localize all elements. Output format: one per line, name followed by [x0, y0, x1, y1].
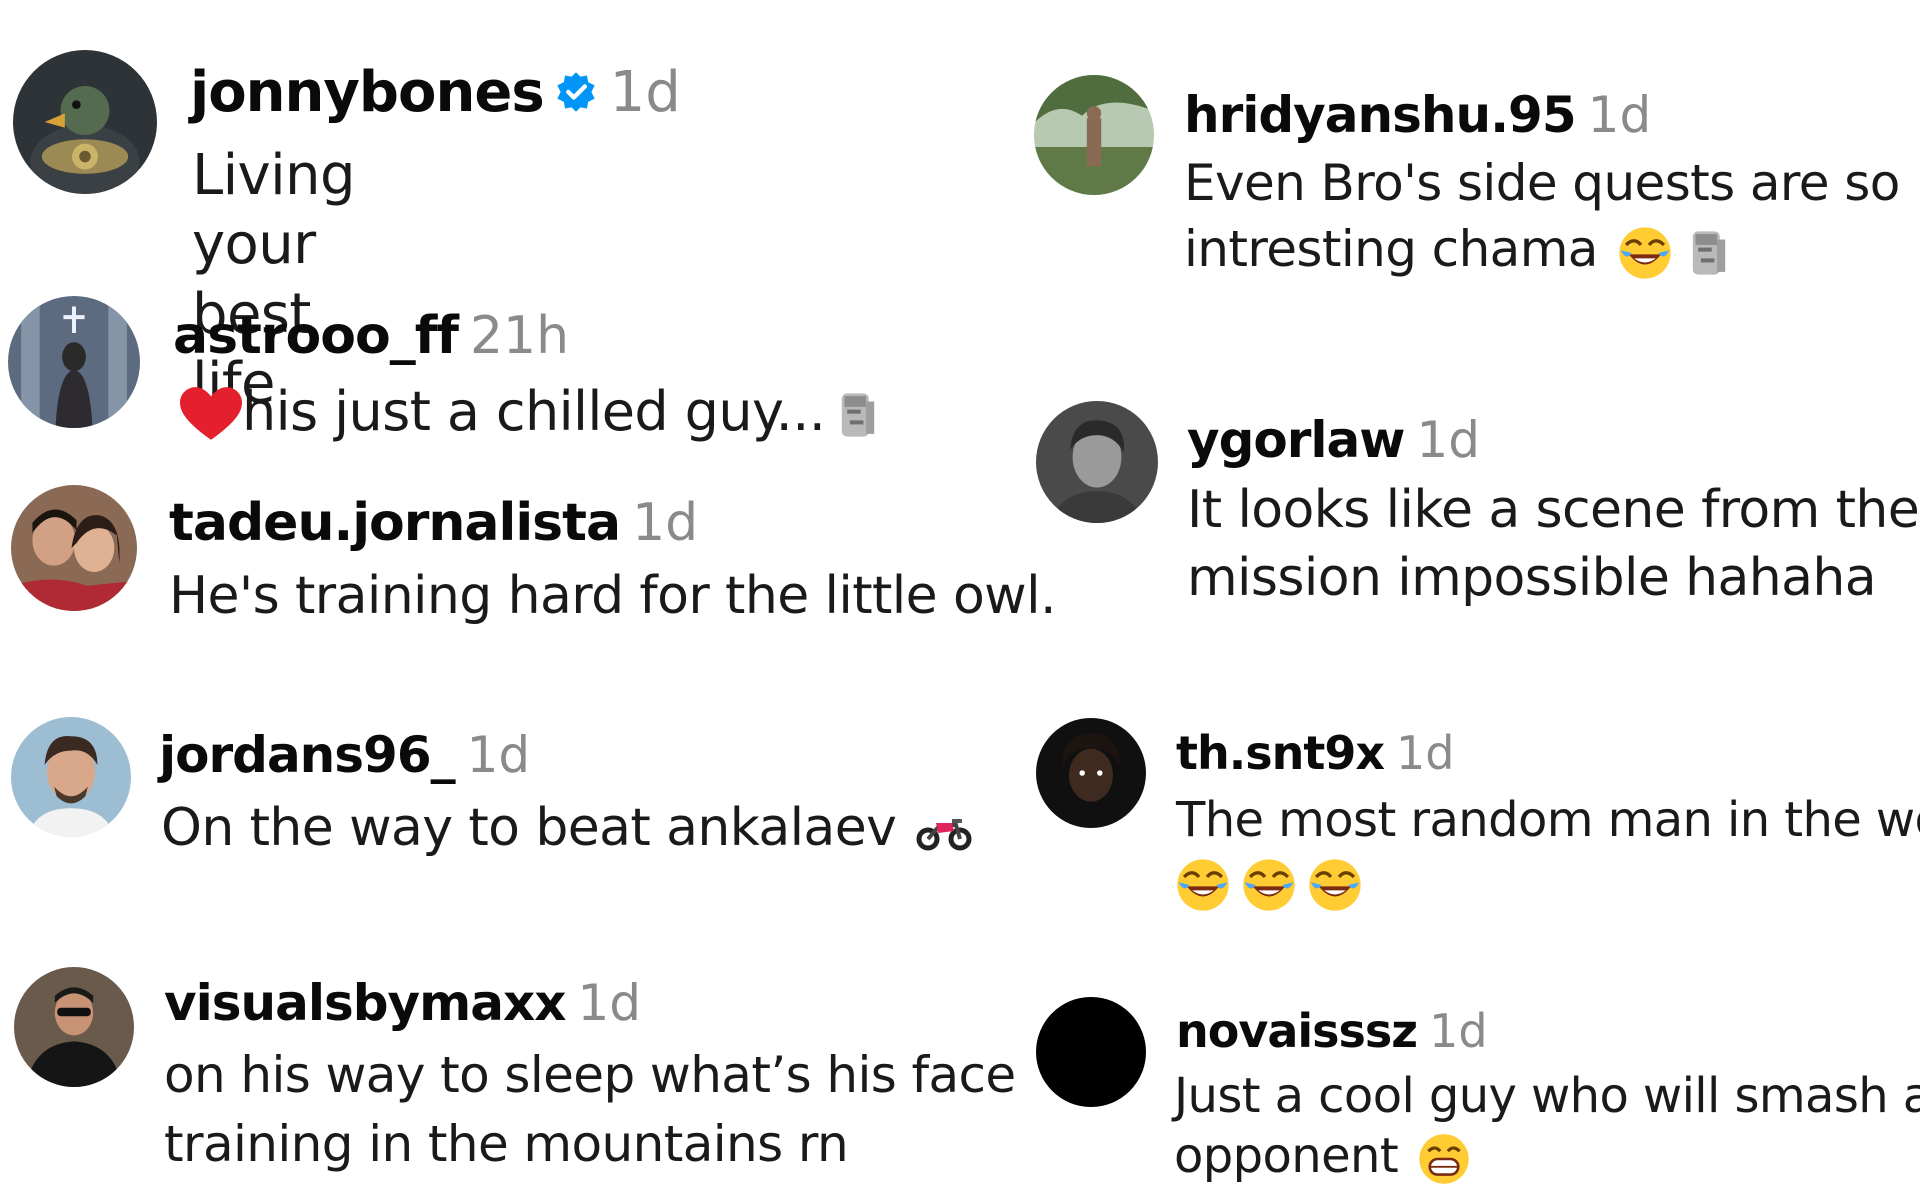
comment-text-row: his just a chilled guy...: [180, 379, 885, 446]
emoji-row: [1176, 851, 1920, 913]
comment-text-block: on his way to sleep what’s his face trai…: [164, 1041, 1016, 1179]
face-with-tears-of-joy-icon: [1242, 858, 1296, 912]
couple-photo-avatar-icon: [11, 485, 137, 611]
timestamp: 21h: [469, 306, 570, 366]
username[interactable]: novaisssz: [1176, 1004, 1418, 1058]
comment-header: th.snt9x 1d: [1176, 730, 1454, 776]
comment-text: his just a chilled guy...: [242, 380, 826, 443]
comment-header: jonnybones 1d: [190, 65, 681, 124]
comment-text: He's training hard for the little owl.: [169, 566, 1056, 626]
timestamp: 1d: [1429, 1004, 1488, 1058]
praying-figure-avatar-icon: [8, 296, 140, 428]
avatar-astrooo-ff[interactable]: [8, 296, 140, 428]
comment-header: tadeu.jornalista 1d: [169, 497, 698, 549]
comment-text-row: On the way to beat ankalaev: [161, 796, 972, 860]
username[interactable]: tadeu.jornalista: [169, 493, 621, 553]
duck-champion-avatar-icon: [13, 50, 157, 194]
comment-header: visualsbymaxx 1d: [164, 978, 641, 1028]
avatar-jordans96[interactable]: [11, 717, 131, 837]
comment-text-line-1: Even Bro's side quests are so: [1184, 154, 1900, 212]
comment-text: Living your best life: [192, 143, 356, 417]
face-with-tears-of-joy-icon: [1308, 858, 1362, 912]
comment-header: ygorlaw 1d: [1187, 415, 1480, 465]
username[interactable]: visualsbymaxx: [164, 974, 566, 1032]
avatar-visualsbymaxx[interactable]: [14, 967, 134, 1087]
comment-text-line-1: Just a cool guy who will smash any: [1174, 1068, 1920, 1124]
comment-text-line-1: on his way to sleep what’s his face: [164, 1046, 1016, 1104]
comment-header: novaisssz 1d: [1176, 1008, 1488, 1054]
man-dark-avatar-icon: [1036, 718, 1146, 828]
timestamp: 1d: [466, 726, 531, 784]
comment-text-line-2: mission impossible hahaha: [1187, 548, 1877, 608]
timestamp: 1d: [609, 60, 681, 125]
avatar-tadeu-jornalista[interactable]: [11, 485, 137, 611]
red-heart-icon: [180, 387, 242, 443]
comment-text-block: Just a cool guy who will smash any oppon…: [1174, 1066, 1920, 1186]
face-with-tears-of-joy-icon: [1618, 226, 1672, 280]
moai-icon: [831, 388, 885, 442]
timestamp: 1d: [1396, 726, 1455, 780]
avatar-novaisssz[interactable]: [1036, 997, 1146, 1107]
comment-header: astrooo_ff 21h: [173, 310, 569, 362]
username[interactable]: hridyanshu.95: [1184, 86, 1577, 144]
comment-text: On the way to beat ankalaev: [161, 798, 897, 858]
avatar-jonnybones[interactable]: [13, 50, 157, 194]
man-grayscale-avatar-icon: [1036, 401, 1158, 523]
comment-text-line-2: training in the mountains rn: [164, 1115, 849, 1173]
comment-text-line-1: The most random man in the world: [1176, 792, 1920, 848]
avatar-ygorlaw[interactable]: [1036, 401, 1158, 523]
comment-text-line-2-row: opponent: [1174, 1126, 1920, 1186]
timestamp: 1d: [1587, 86, 1652, 144]
comment-text-line-2: intresting chama: [1184, 220, 1598, 278]
forest-figure-avatar-icon: [1034, 75, 1154, 195]
verified-badge-icon: [554, 68, 598, 124]
avatar-th-snt9x[interactable]: [1036, 718, 1146, 828]
grinning-face-icon: [1418, 1133, 1470, 1185]
timestamp: 1d: [1416, 411, 1481, 469]
username[interactable]: ygorlaw: [1187, 411, 1405, 469]
comment-text-line-2-row: intresting chama: [1184, 216, 1900, 282]
comment-text-block: Even Bro's side quests are so intresting…: [1184, 150, 1900, 282]
man-sunglasses-avatar-icon: [14, 967, 134, 1087]
man-portrait-avatar-icon: [11, 717, 131, 837]
comment-header: jordans96_ 1d: [159, 730, 530, 780]
timestamp: 1d: [632, 493, 699, 553]
face-with-tears-of-joy-icon: [1176, 858, 1230, 912]
comment-text-line-1: It looks like a scene from the: [1187, 480, 1920, 540]
moai-icon: [1682, 226, 1736, 280]
username[interactable]: jonnybones: [190, 60, 545, 125]
avatar-hridyanshu-95[interactable]: [1034, 75, 1154, 195]
username[interactable]: astrooo_ff: [173, 306, 459, 366]
comment-text-line-2: opponent: [1174, 1128, 1399, 1184]
comment-text-block: It looks like a scene from the mission i…: [1187, 476, 1920, 612]
motorcycle-icon: [916, 811, 972, 851]
comment-header: hridyanshu.95 1d: [1184, 90, 1651, 140]
username[interactable]: th.snt9x: [1176, 726, 1385, 780]
comment-text-block: The most random man in the world: [1176, 789, 1920, 913]
username[interactable]: jordans96_: [159, 726, 456, 784]
timestamp: 1d: [577, 974, 642, 1032]
